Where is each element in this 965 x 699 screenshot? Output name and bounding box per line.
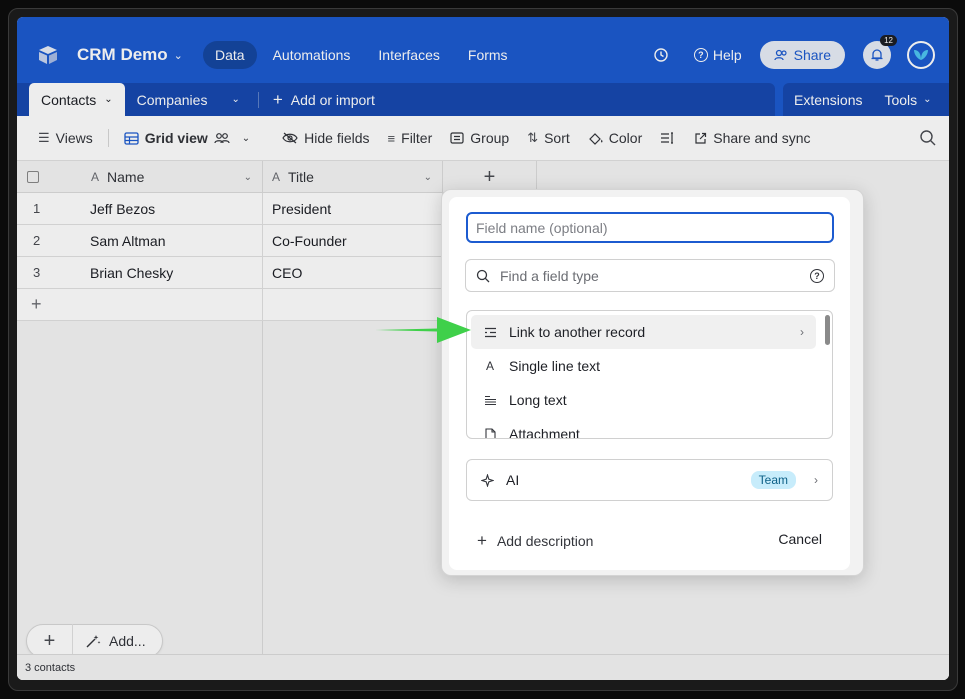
field-type-search[interactable]: ? — [465, 259, 835, 292]
field-name-input[interactable] — [466, 212, 834, 243]
plus-icon: + — [477, 531, 487, 550]
search-icon — [476, 269, 490, 282]
file-icon — [483, 427, 497, 438]
cancel-button[interactable]: Cancel — [778, 531, 822, 547]
field-type-label: Single line text — [509, 358, 601, 374]
add-description-button[interactable]: + Add description — [477, 531, 593, 551]
field-type-link-record[interactable]: Link to another record › — [471, 315, 816, 349]
field-type-label: Attachment — [509, 426, 580, 439]
field-type-single-line-text[interactable]: A Single line text — [471, 349, 816, 383]
help-circle-icon[interactable]: ? — [810, 268, 824, 283]
list-scrollbar[interactable] — [825, 315, 830, 345]
plan-badge: Team — [750, 471, 796, 489]
long-text-icon — [483, 395, 497, 406]
field-type-label: Link to another record — [509, 324, 646, 340]
link-record-icon — [483, 327, 497, 338]
chevron-right-icon: › — [800, 325, 804, 339]
app-window: CRM Demo ⌄ Data Automations Interfaces F… — [8, 8, 958, 691]
field-type-search-input[interactable] — [500, 267, 800, 284]
ai-label: AI — [506, 472, 520, 488]
add-field-dialog: ? Link to another record › A Single line… — [449, 197, 850, 570]
chevron-right-icon: › — [814, 473, 818, 487]
text-field-icon: A — [485, 359, 494, 373]
pointer-arrow-icon — [375, 317, 471, 343]
field-type-label: Long text — [509, 392, 567, 408]
ai-field-option[interactable]: AI Team › — [466, 459, 833, 501]
airtable-app: CRM Demo ⌄ Data Automations Interfaces F… — [17, 17, 949, 680]
add-description-label: Add description — [496, 533, 594, 549]
field-type-list: Link to another record › A Single line t… — [466, 310, 833, 439]
field-type-attachment[interactable]: Attachment — [471, 417, 816, 439]
add-field-dialog-frame: ? Link to another record › A Single line… — [441, 189, 864, 576]
field-type-long-text[interactable]: Long text — [471, 383, 816, 417]
sparkle-icon — [481, 473, 494, 487]
